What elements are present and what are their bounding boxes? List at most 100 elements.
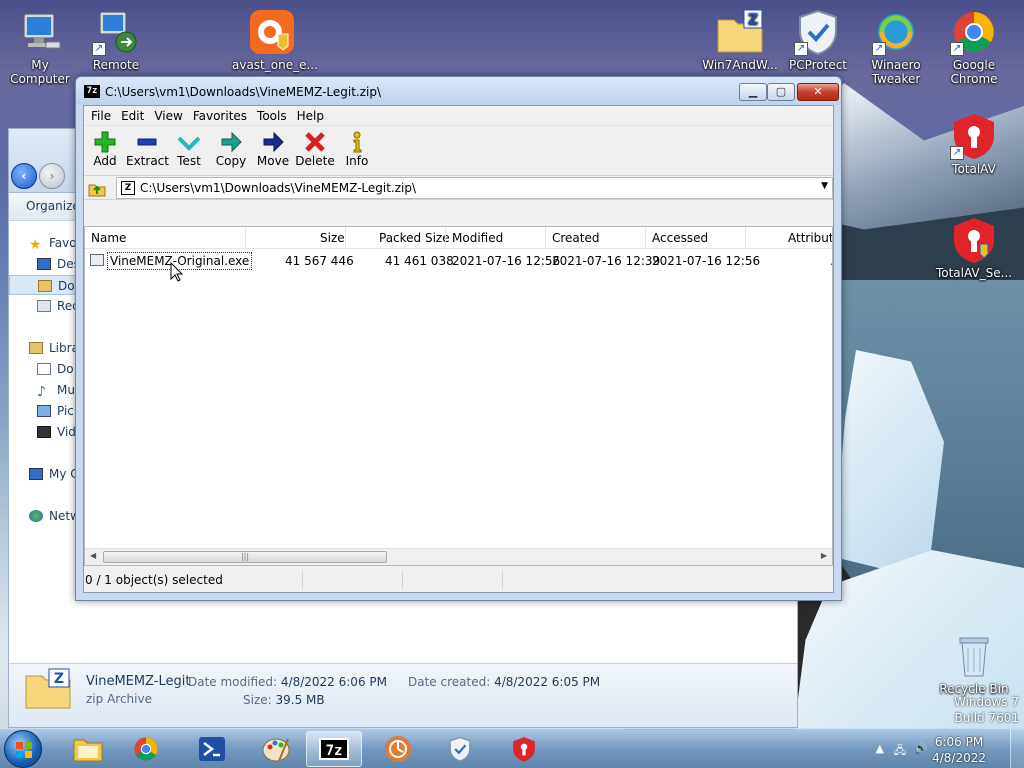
desktop-icon-label: Win7AndW...: [702, 58, 778, 72]
scroll-left-arrow-icon[interactable]: ◀: [90, 551, 96, 560]
test-button[interactable]: Test: [168, 130, 210, 168]
column-header-packed-size[interactable]: Packed Size: [379, 231, 450, 245]
network-tray-icon[interactable]: 🖧: [894, 742, 906, 761]
column-header-accessed[interactable]: Accessed: [652, 231, 708, 245]
start-button[interactable]: [4, 730, 42, 768]
add-label: Add: [93, 154, 117, 168]
exe-file-icon: [90, 254, 104, 266]
windows-watermark: Windows 7 Build 7601: [954, 694, 1019, 726]
forward-button[interactable]: ›: [39, 163, 65, 189]
test-label: Test: [177, 154, 201, 168]
desktop-icon-remote[interactable]: ↗ Remote: [76, 8, 156, 72]
clock-time: 6:06 PM: [934, 735, 984, 749]
taskbar-powershell-button[interactable]: [184, 731, 240, 767]
horizontal-scrollbar[interactable]: ◀ ||| ▶: [85, 548, 832, 565]
column-header-attributes[interactable]: Attribute: [788, 231, 832, 245]
move-label: Move: [256, 154, 290, 168]
details-value: 4/8/2022 6:06 PM: [280, 675, 387, 689]
column-divider[interactable]: [445, 227, 446, 249]
desktop-icon-totalav[interactable]: ↗ TotalAV: [934, 112, 1014, 176]
taskbar-chrome-button[interactable]: [118, 731, 174, 767]
desktop-icon-my-computer[interactable]: My Computer: [0, 8, 80, 86]
extract-minus-icon: [137, 138, 157, 146]
close-button[interactable]: ✕: [797, 83, 839, 101]
column-divider[interactable]: [245, 227, 246, 249]
menu-view[interactable]: View: [149, 106, 187, 126]
desktop-icon-pcprotect[interactable]: ↗ PCProtect: [778, 8, 858, 72]
paint-icon: [262, 738, 290, 762]
menu-help[interactable]: Help: [292, 106, 329, 126]
windows-logo-icon: [16, 742, 32, 758]
delete-button[interactable]: Delete: [294, 130, 336, 168]
info-icon: [353, 131, 362, 153]
extract-label: Extract: [126, 154, 169, 168]
desktop-icon-recycle-bin[interactable]: Recycle Bin: [934, 632, 1014, 696]
system-clock[interactable]: 6:06 PM 4/8/2022: [932, 734, 986, 766]
delete-label: Delete: [295, 154, 335, 168]
taskbar-pcprotect-button[interactable]: [432, 731, 488, 767]
taskbar-totalav-button[interactable]: [496, 731, 552, 767]
row-created: 2021-07-16 12:39: [552, 254, 661, 268]
details-label: Date created:: [408, 675, 491, 689]
menu-tools[interactable]: Tools: [252, 106, 292, 126]
address-combo[interactable]: Z C:\Users\vm1\Downloads\VineMEMZ-Legit.…: [116, 177, 833, 199]
scroll-right-arrow-icon[interactable]: ▶: [821, 551, 827, 560]
archive-icon: Z: [121, 181, 135, 195]
totalav-icon: ↗: [950, 112, 998, 160]
minimize-button[interactable]: ▁: [739, 83, 767, 101]
column-header-created[interactable]: Created: [552, 231, 600, 245]
shield-check-icon: [449, 737, 471, 762]
tree-item-label: Vid: [57, 425, 76, 439]
desktop-icon-totalav-setup[interactable]: TotalAV_Se...: [934, 216, 1014, 280]
desktop-icon-label: Remote: [92, 58, 140, 72]
desktop-icon-chrome[interactable]: ↗ Google Chrome: [934, 8, 1014, 86]
taskbar: 7z ▲ 🖧 🔊 6:06 PM 4/8/2022: [0, 728, 1024, 768]
column-header-modified[interactable]: Modified: [452, 231, 503, 245]
column-divider[interactable]: [645, 227, 646, 249]
column-divider[interactable]: [745, 227, 746, 249]
maximize-button[interactable]: ▢: [767, 83, 795, 101]
menu-edit[interactable]: Edit: [116, 106, 149, 126]
title-bar[interactable]: 7z C:\Users\vm1\Downloads\VineMEMZ-Legit…: [76, 77, 841, 105]
menu-file[interactable]: File: [84, 106, 116, 126]
powershell-icon: [199, 737, 225, 761]
shield-check-icon: ↗: [794, 8, 842, 56]
tree-item-label: Do: [58, 279, 75, 293]
move-button[interactable]: Move: [252, 130, 294, 168]
desktop-icon-winaero[interactable]: ↗ Winaero Tweaker: [856, 8, 936, 86]
back-button[interactable]: ‹: [11, 163, 37, 189]
taskbar-7zip-button[interactable]: 7z: [306, 731, 362, 767]
scrollbar-thumb[interactable]: |||: [103, 551, 387, 563]
desktop-icon-label: My Computer: [10, 58, 70, 86]
desktop-icon-win7andw[interactable]: Z Win7AndW...: [700, 8, 780, 72]
add-button[interactable]: Add: [84, 130, 126, 168]
7zip-window[interactable]: 7z C:\Users\vm1\Downloads\VineMEMZ-Legit…: [75, 76, 842, 601]
folder-up-button[interactable]: [88, 179, 106, 197]
copy-button[interactable]: Copy: [210, 130, 252, 168]
show-desktop-button[interactable]: [1010, 729, 1024, 768]
desktop-icon-avast[interactable]: avast_one_e...: [232, 8, 318, 72]
menu-favorites[interactable]: Favorites: [188, 106, 252, 126]
zip-folder-icon: Z: [716, 8, 764, 56]
chevron-down-icon[interactable]: ▼: [821, 181, 828, 191]
show-hidden-icons-icon[interactable]: ▲: [876, 742, 884, 755]
taskbar-paint-button[interactable]: [248, 731, 304, 767]
taskbar-winaero-button[interactable]: [370, 731, 426, 767]
details-file-name: VineMEMZ-Legit: [86, 674, 191, 689]
clock-date: 4/8/2022: [932, 751, 986, 765]
column-header-name[interactable]: Name: [91, 231, 126, 245]
table-row[interactable]: VineMEMZ-Original.exe 41 567 446 41 461 …: [85, 251, 832, 271]
extract-button[interactable]: Extract: [126, 130, 169, 168]
desktop-icon-label: TotalAV_Se...: [935, 266, 1013, 280]
volume-tray-icon[interactable]: 🔊: [914, 742, 928, 755]
file-list[interactable]: Name Size Packed Size Modified Created A…: [84, 226, 833, 566]
row-modified: 2021-07-16 12:56: [452, 254, 561, 268]
column-divider[interactable]: [345, 227, 346, 249]
taskbar-explorer-button[interactable]: [60, 731, 116, 767]
column-divider[interactable]: [545, 227, 546, 249]
address-bar: Z C:\Users\vm1\Downloads\VineMEMZ-Legit.…: [84, 176, 833, 200]
column-header-size[interactable]: Size: [320, 231, 345, 245]
winaero-icon: [385, 736, 411, 762]
info-button[interactable]: Info: [336, 130, 378, 168]
organize-button[interactable]: Organize: [26, 199, 80, 213]
